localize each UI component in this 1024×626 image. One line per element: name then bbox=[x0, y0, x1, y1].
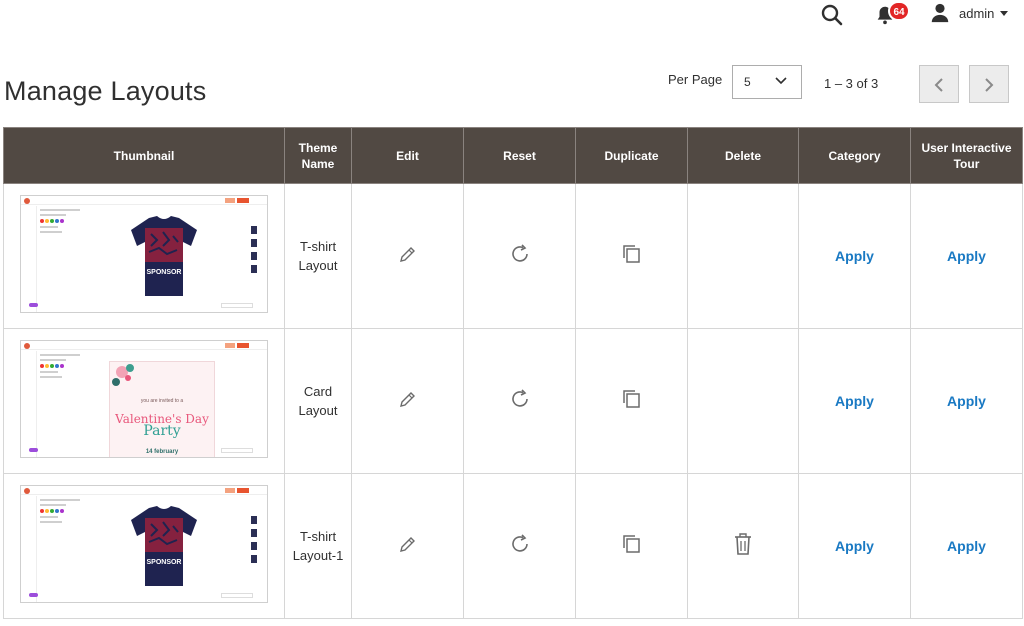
jersey-sponsor-text: SPONSOR bbox=[146, 559, 181, 566]
delete-cell bbox=[687, 328, 799, 474]
column-header-edit: Edit bbox=[351, 127, 464, 184]
category-cell: Apply bbox=[798, 328, 911, 474]
chevron-down-icon bbox=[1000, 10, 1009, 16]
tour-apply-link[interactable]: Apply bbox=[947, 248, 986, 264]
per-page-value: 5 bbox=[744, 75, 751, 89]
theme-name-cell: T-shirt Layout bbox=[284, 183, 352, 329]
thumbnail-cell: you are invited to a Valentine's Day Par… bbox=[3, 328, 285, 474]
layout-thumbnail-tshirt[interactable]: SPONSOR bbox=[20, 194, 268, 313]
admin-account-menu[interactable]: admin bbox=[929, 2, 1009, 24]
jersey-icon: SPONSOR bbox=[131, 215, 197, 296]
admin-topbar: 64 admin bbox=[0, 0, 1024, 30]
tour-cell: Apply bbox=[910, 183, 1023, 329]
category-apply-link[interactable]: Apply bbox=[835, 538, 874, 554]
theme-name-cell: T-shirt Layout-1 bbox=[284, 473, 352, 619]
jersey-sponsor-text: SPONSOR bbox=[146, 269, 181, 276]
tour-apply-link[interactable]: Apply bbox=[947, 538, 986, 554]
table-row: SPONSOR T-shirt Layout Apply Apply bbox=[3, 183, 1023, 329]
pencil-icon[interactable] bbox=[398, 389, 418, 414]
per-page-select[interactable]: 5 bbox=[732, 65, 802, 99]
valentine-card-art: you are invited to a Valentine's Day Par… bbox=[109, 360, 215, 457]
category-apply-link[interactable]: Apply bbox=[835, 393, 874, 409]
theme-name-cell: Card Layout bbox=[284, 328, 352, 474]
column-header-user-interactive-tour: User Interactive Tour bbox=[910, 127, 1023, 184]
layout-thumbnail-tshirt-1[interactable]: SPONSOR bbox=[20, 484, 268, 603]
refresh-icon[interactable] bbox=[509, 533, 531, 560]
column-header-duplicate: Duplicate bbox=[575, 127, 688, 184]
category-cell: Apply bbox=[798, 473, 911, 619]
card-date-text: 14 february bbox=[145, 448, 179, 455]
search-icon[interactable] bbox=[820, 3, 846, 27]
edit-cell bbox=[351, 183, 464, 329]
tour-apply-link[interactable]: Apply bbox=[947, 393, 986, 409]
next-page-button[interactable] bbox=[969, 65, 1009, 103]
trash-icon[interactable] bbox=[732, 532, 754, 561]
card-party-text: Party bbox=[143, 422, 181, 439]
reset-cell bbox=[463, 328, 576, 474]
delete-cell bbox=[687, 473, 799, 619]
card-invite-text: you are invited to a bbox=[140, 397, 184, 404]
chevron-right-icon bbox=[985, 78, 994, 92]
copy-icon[interactable] bbox=[621, 243, 643, 270]
admin-username: admin bbox=[959, 5, 995, 21]
thumbnail-cell: SPONSOR bbox=[3, 183, 285, 329]
duplicate-cell bbox=[575, 183, 688, 329]
pencil-icon[interactable] bbox=[398, 244, 418, 269]
edit-cell bbox=[351, 328, 464, 474]
jersey-icon: SPONSOR bbox=[131, 505, 197, 586]
per-page-label: Per Page bbox=[668, 72, 723, 87]
table-header-row: Thumbnail Theme Name Edit Reset Duplicat… bbox=[3, 127, 1023, 184]
previous-page-button[interactable] bbox=[919, 65, 959, 103]
reset-cell bbox=[463, 183, 576, 329]
layouts-table: Thumbnail Theme Name Edit Reset Duplicat… bbox=[3, 127, 1023, 619]
chevron-down-icon bbox=[775, 77, 787, 85]
user-icon bbox=[929, 2, 951, 24]
edit-cell bbox=[351, 473, 464, 619]
reset-cell bbox=[463, 473, 576, 619]
column-header-reset: Reset bbox=[463, 127, 576, 184]
delete-cell bbox=[687, 183, 799, 329]
tour-cell: Apply bbox=[910, 328, 1023, 474]
table-row: SPONSOR T-shirt Layout-1 Apply Apply bbox=[3, 473, 1023, 619]
chevron-left-icon bbox=[934, 78, 943, 92]
refresh-icon[interactable] bbox=[509, 388, 531, 415]
tour-cell: Apply bbox=[910, 473, 1023, 619]
page-title: Manage Layouts bbox=[4, 76, 207, 106]
thumbnail-cell: SPONSOR bbox=[3, 473, 285, 619]
column-header-category: Category bbox=[798, 127, 911, 184]
column-header-theme-name: Theme Name bbox=[284, 127, 352, 184]
duplicate-cell bbox=[575, 328, 688, 474]
duplicate-cell bbox=[575, 473, 688, 619]
pencil-icon[interactable] bbox=[398, 534, 418, 559]
copy-icon[interactable] bbox=[621, 388, 643, 415]
notification-count-badge[interactable]: 64 bbox=[888, 1, 910, 21]
refresh-icon[interactable] bbox=[509, 243, 531, 270]
layout-thumbnail-card[interactable]: you are invited to a Valentine's Day Par… bbox=[20, 339, 268, 458]
copy-icon[interactable] bbox=[621, 533, 643, 560]
table-row: you are invited to a Valentine's Day Par… bbox=[3, 328, 1023, 474]
category-cell: Apply bbox=[798, 183, 911, 329]
column-header-delete: Delete bbox=[687, 127, 799, 184]
column-header-thumbnail: Thumbnail bbox=[3, 127, 285, 184]
category-apply-link[interactable]: Apply bbox=[835, 248, 874, 264]
page-range-text: 1 – 3 of 3 bbox=[824, 76, 879, 91]
